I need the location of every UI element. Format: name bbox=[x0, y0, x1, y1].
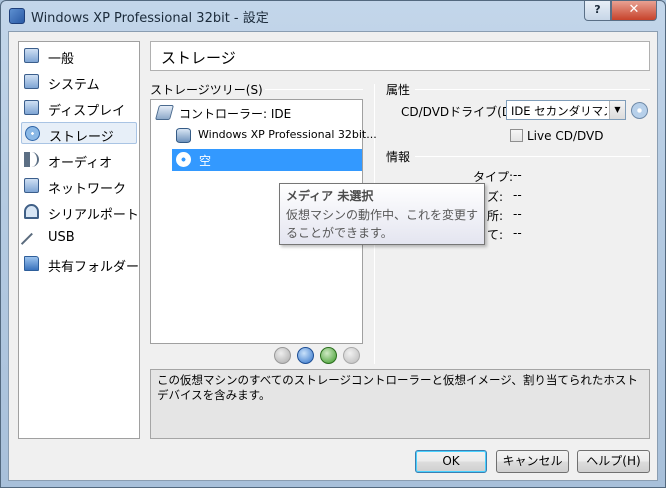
sidebar-item-display[interactable]: ディスプレイ bbox=[21, 97, 137, 119]
serial-port-icon bbox=[24, 204, 39, 219]
sidebar-item-network[interactable]: ネットワーク bbox=[21, 175, 137, 197]
ok-button[interactable]: OK bbox=[415, 450, 487, 473]
choose-disk-icon[interactable] bbox=[631, 102, 648, 119]
window-title: Windows XP Professional 32bit - 設定 bbox=[31, 11, 269, 26]
add-hard-disk-icon[interactable] bbox=[320, 347, 337, 364]
sidebar-item-usb[interactable]: USB bbox=[20, 227, 137, 255]
info-group-title: 情報 bbox=[386, 150, 411, 164]
virtualbox-app-icon bbox=[9, 8, 25, 24]
group-divider bbox=[415, 156, 650, 157]
network-icon bbox=[24, 178, 39, 193]
live-cd-label: Live CD/DVD bbox=[527, 129, 604, 143]
sidebar-item-label: ディスプレイ bbox=[48, 104, 126, 119]
tree-item-label: Windows XP Professional 32bit... bbox=[198, 128, 377, 141]
audio-icon bbox=[24, 152, 39, 167]
cd-icon bbox=[176, 152, 191, 167]
cd-drive-value: IDE セカンダリマスタ bbox=[511, 104, 607, 118]
window-help-button[interactable]: ? bbox=[584, 1, 611, 21]
settings-category-list: 一般 システム ディスプレイ ストレージ オーディオ ネットワーク シリアルポー… bbox=[18, 41, 140, 439]
live-cd-checkbox[interactable] bbox=[510, 129, 523, 142]
help-button[interactable]: ヘルプ(H) bbox=[577, 450, 650, 473]
sidebar-item-label: シリアルポート bbox=[48, 208, 139, 223]
sidebar-item-general[interactable]: 一般 bbox=[21, 45, 137, 67]
sidebar-item-label: 一般 bbox=[48, 52, 75, 67]
storage-tree-group-title: ストレージツリー(S) bbox=[150, 83, 263, 97]
info-location-key: 所: bbox=[487, 209, 504, 223]
tooltip-title: メディア 未選択 bbox=[286, 189, 374, 203]
tree-item-label: コントローラー: IDE bbox=[179, 107, 292, 121]
remove-attachment-icon[interactable] bbox=[343, 347, 360, 364]
storage-icon bbox=[25, 126, 40, 141]
window-close-button[interactable]: ✕ bbox=[611, 1, 657, 21]
tooltip-body: 仮想マシンの動作中、これを変更することができます。 bbox=[286, 208, 479, 240]
title-bar[interactable]: Windows XP Professional 32bit - 設定 ? ✕ bbox=[1, 1, 665, 31]
sidebar-item-label: USB bbox=[48, 230, 75, 245]
tree-item-label: 空 bbox=[199, 154, 212, 168]
system-icon bbox=[24, 74, 39, 89]
sidebar-item-label: ネットワーク bbox=[48, 182, 127, 197]
usb-icon bbox=[20, 232, 43, 255]
sidebar-item-label: オーディオ bbox=[48, 156, 113, 171]
info-location-value: -- bbox=[513, 207, 522, 221]
media-tooltip: メディア 未選択 仮想マシンの動作中、これを変更することができます。 bbox=[279, 183, 485, 245]
sidebar-item-serial-port[interactable]: シリアルポート bbox=[21, 201, 139, 223]
info-size-value: -- bbox=[513, 188, 522, 202]
sidebar-item-storage[interactable]: ストレージ bbox=[21, 122, 137, 145]
controller-icon bbox=[154, 105, 175, 120]
info-size-key: ズ: bbox=[487, 190, 504, 204]
sidebar-item-label: 共有フォルダー bbox=[48, 260, 140, 275]
attributes-group-title: 属性 bbox=[386, 83, 411, 97]
cd-drive-label: CD/DVDドライブ(D): bbox=[401, 105, 520, 119]
general-icon bbox=[24, 48, 39, 63]
sidebar-item-shared-folder[interactable]: 共有フォルダー bbox=[21, 253, 140, 275]
display-icon bbox=[24, 100, 39, 115]
description-panel: この仮想マシンのすべてのストレージコントローラーと仮想イメージ、割り当てられたホ… bbox=[150, 369, 650, 439]
dialog-client-area: 一般 システム ディスプレイ ストレージ オーディオ ネットワーク シリアルポー… bbox=[8, 31, 658, 481]
chevron-down-icon: ▼ bbox=[609, 101, 625, 119]
shared-folder-icon bbox=[24, 256, 39, 271]
group-divider bbox=[265, 89, 363, 90]
info-type-value: -- bbox=[513, 168, 522, 182]
sidebar-item-label: ストレージ bbox=[49, 130, 114, 145]
cd-drive-select[interactable]: IDE セカンダリマスタ ▼ bbox=[506, 100, 626, 120]
sidebar-item-audio[interactable]: オーディオ bbox=[21, 149, 137, 171]
add-controller-icon[interactable] bbox=[274, 347, 291, 364]
info-attached-key: て: bbox=[487, 228, 504, 242]
tree-item-hard-disk[interactable]: Windows XP Professional 32bit... bbox=[176, 126, 377, 146]
sidebar-item-label: システム bbox=[48, 78, 100, 93]
info-attached-value: -- bbox=[513, 226, 522, 240]
add-attachment-icon[interactable] bbox=[297, 347, 314, 364]
settings-window: Windows XP Professional 32bit - 設定 ? ✕ 一… bbox=[0, 0, 666, 488]
cancel-button[interactable]: キャンセル bbox=[496, 450, 569, 473]
page-title: ストレージ bbox=[150, 41, 650, 71]
group-divider bbox=[415, 89, 650, 90]
sidebar-item-system[interactable]: システム bbox=[21, 71, 137, 93]
tree-item-empty-cd[interactable]: 空 bbox=[172, 149, 362, 171]
tree-item-ide-controller[interactable]: コントローラー: IDE bbox=[154, 103, 357, 123]
hard-disk-icon bbox=[176, 128, 191, 143]
